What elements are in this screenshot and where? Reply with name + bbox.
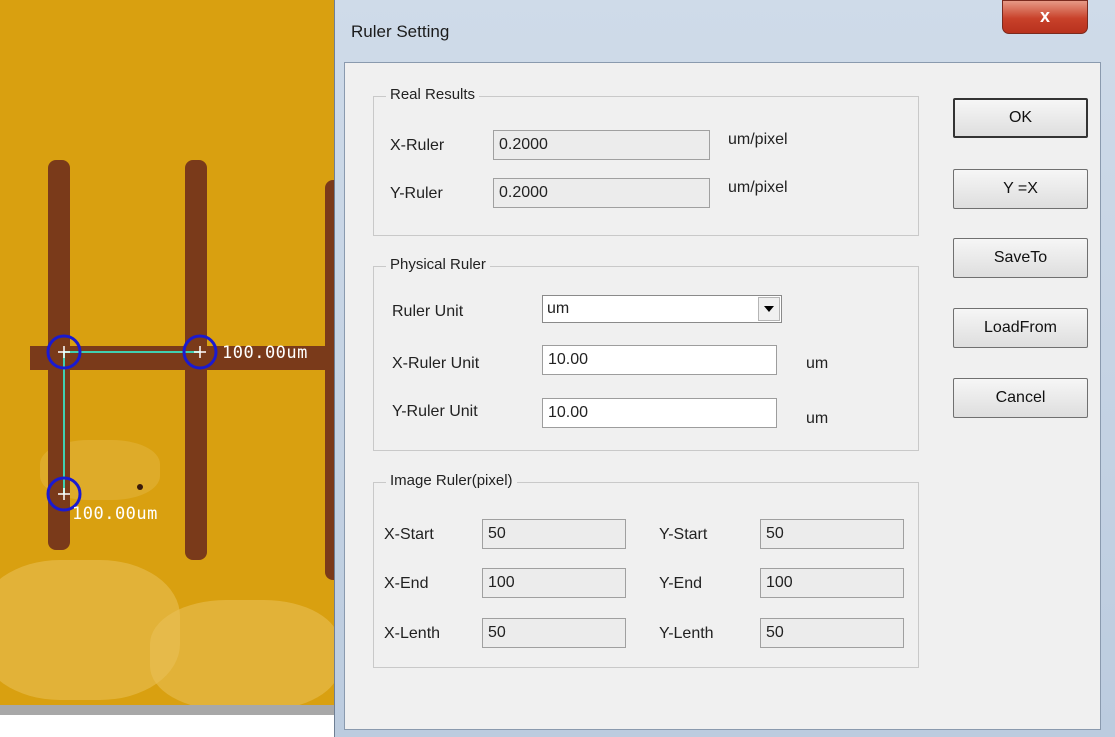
viewport-edge bbox=[0, 705, 340, 715]
y-ruler-unit-suffix: um bbox=[806, 410, 829, 427]
y-end-label: Y-End bbox=[659, 575, 702, 592]
dust-dot bbox=[137, 484, 143, 490]
image-ruler-group: Image Ruler(pixel) X-Start 50 Y-Start 50… bbox=[373, 472, 919, 668]
x-start-label: X-Start bbox=[384, 526, 434, 543]
measurement-overlay bbox=[30, 160, 340, 580]
x-ruler-unit-label: X-Ruler Unit bbox=[392, 355, 480, 372]
image-viewport[interactable]: 100.00um 100.00um bbox=[0, 0, 340, 737]
physical-ruler-group: Physical Ruler Ruler Unit um X-Ruler Uni… bbox=[373, 256, 919, 451]
real-results-group: Real Results X-Ruler 0.2000 um/pixel Y-R… bbox=[373, 86, 919, 236]
ruler-setting-dialog: Ruler Setting x Real Results X-Ruler 0.2… bbox=[334, 0, 1115, 737]
x-end-value: 100 bbox=[482, 568, 626, 598]
dialog-client-area: Real Results X-Ruler 0.2000 um/pixel Y-R… bbox=[344, 62, 1101, 730]
y-ruler-value: 0.2000 bbox=[493, 178, 710, 208]
chevron-down-icon[interactable] bbox=[758, 297, 780, 321]
dialog-title: Ruler Setting bbox=[351, 22, 450, 41]
x-ruler-unit-suffix: um bbox=[806, 355, 829, 372]
x-start-value: 50 bbox=[482, 519, 626, 549]
x-ruler-label: X-Ruler bbox=[390, 137, 445, 154]
close-icon: x bbox=[1039, 6, 1050, 26]
horizontal-measure-label: 100.00um bbox=[222, 343, 308, 363]
y-start-value: 50 bbox=[760, 519, 904, 549]
ok-button[interactable]: OK bbox=[953, 98, 1088, 138]
y-equals-x-button[interactable]: Y =X bbox=[953, 169, 1088, 209]
y-start-label: Y-Start bbox=[659, 526, 708, 543]
x-ruler-unit-input[interactable]: 10.00 bbox=[542, 345, 777, 375]
close-button[interactable]: x bbox=[1002, 0, 1088, 34]
y-ruler-unit-label: Y-Ruler Unit bbox=[392, 403, 478, 420]
load-from-button[interactable]: LoadFrom bbox=[953, 308, 1088, 348]
y-ruler-unit-input[interactable]: 10.00 bbox=[542, 398, 777, 428]
ruler-unit-label: Ruler Unit bbox=[392, 303, 464, 320]
y-ruler-label: Y-Ruler bbox=[390, 185, 443, 202]
y-end-value: 100 bbox=[760, 568, 904, 598]
x-end-label: X-End bbox=[384, 575, 429, 592]
y-length-value: 50 bbox=[760, 618, 904, 648]
y-length-label: Y-Lenth bbox=[659, 625, 714, 642]
physical-ruler-title: Physical Ruler bbox=[386, 256, 490, 273]
x-ruler-unit: um/pixel bbox=[728, 131, 788, 148]
image-ruler-title: Image Ruler(pixel) bbox=[386, 472, 517, 489]
vertical-measure-label: 100.00um bbox=[72, 504, 158, 524]
ruler-unit-select[interactable]: um bbox=[542, 295, 782, 323]
cancel-button[interactable]: Cancel bbox=[953, 378, 1088, 418]
x-ruler-value: 0.2000 bbox=[493, 130, 710, 160]
x-length-value: 50 bbox=[482, 618, 626, 648]
title-bar[interactable]: Ruler Setting x bbox=[335, 0, 1115, 62]
ruler-unit-value: um bbox=[547, 300, 570, 317]
real-results-title: Real Results bbox=[386, 86, 480, 103]
viewport-margin bbox=[0, 715, 340, 737]
save-to-button[interactable]: SaveTo bbox=[953, 238, 1088, 278]
y-ruler-unit: um/pixel bbox=[728, 179, 788, 196]
x-length-label: X-Lenth bbox=[384, 625, 441, 642]
